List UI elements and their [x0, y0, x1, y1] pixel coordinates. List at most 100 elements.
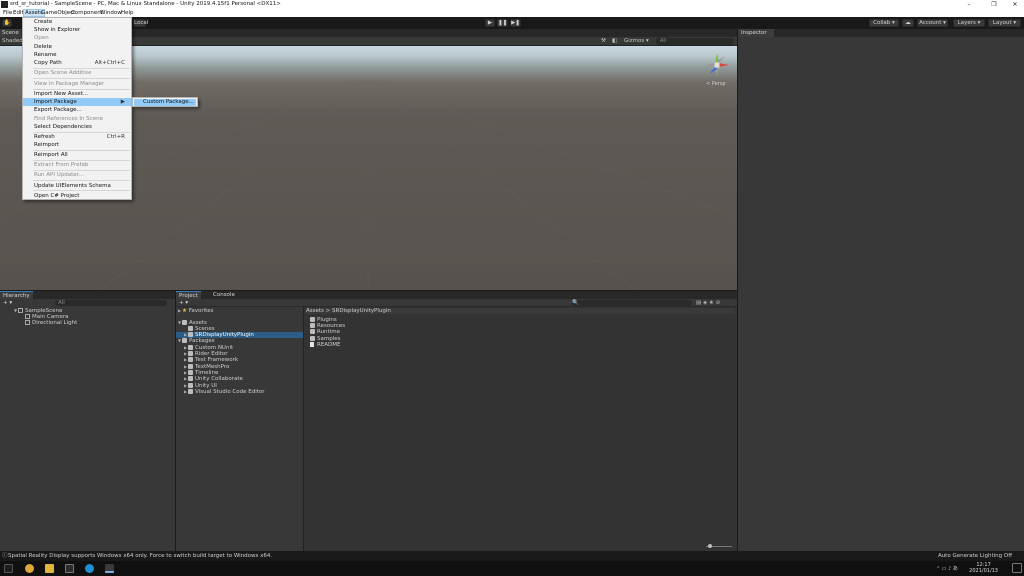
maximize-button[interactable]: ❐ — [985, 0, 1003, 9]
shading-mode-dropdown[interactable]: Shaded — [2, 38, 23, 44]
unity-editor-icon[interactable] — [105, 564, 114, 573]
edge-icon[interactable] — [85, 564, 94, 573]
folder-icon — [182, 338, 187, 343]
menu-item-create[interactable]: Create — [23, 18, 131, 26]
system-clock[interactable]: 12:17 2021/01/13 — [969, 562, 998, 574]
menu-shortcut: Ctrl+R — [106, 134, 125, 140]
hand-tool-icon[interactable]: ✋ — [2, 19, 12, 27]
menu-item-reimport[interactable]: Reimport — [23, 141, 131, 149]
tab-scene[interactable]: Scene — [0, 29, 21, 37]
local-toggle[interactable]: Local — [133, 19, 148, 27]
menu-item-label: Delete — [34, 44, 53, 50]
folder-icon — [188, 370, 193, 375]
tools-icon[interactable]: ⚒ — [601, 38, 606, 44]
breadcrumb: Assets > SRDisplayUnityPlugin — [305, 308, 735, 314]
tab-console[interactable]: Console — [210, 291, 238, 299]
pause-button[interactable]: ❚❚ — [497, 19, 508, 27]
step-button[interactable]: ▶❚ — [510, 19, 521, 27]
breadcrumb-current[interactable]: SRDisplayUnityPlugin — [332, 308, 391, 314]
favorites-label: Favorites — [188, 308, 214, 314]
console-tab-label: Console — [213, 292, 235, 298]
folder-icon — [188, 326, 193, 331]
menu-item-label: Create — [34, 19, 53, 25]
content-label: README — [317, 342, 341, 348]
chrome-icon[interactable] — [25, 564, 34, 573]
menu-item-label: Open C# Project — [34, 193, 80, 199]
menu-item-show-in-explorer[interactable]: Show in Explorer — [23, 26, 131, 34]
start-icon[interactable] — [4, 564, 13, 573]
scene-search-input[interactable]: All — [656, 38, 734, 45]
tab-inspector[interactable]: Inspector — [738, 29, 774, 37]
favorites-row[interactable]: ▶★ Favorites — [178, 308, 214, 314]
panel-splitter[interactable] — [737, 29, 738, 551]
inspector-tab-bar: Inspector — [738, 29, 1024, 37]
menu-item-custom-package[interactable]: Custom Package... — [134, 99, 196, 106]
menu-item-update-uielements-schema[interactable]: Update UIElements Schema — [23, 182, 131, 190]
hierarchy-add-button[interactable]: + ▾ — [3, 300, 12, 306]
menu-item-import-new-asset[interactable]: Import New Asset... — [23, 90, 131, 98]
minimize-button[interactable]: – — [960, 0, 978, 9]
collab-button[interactable]: Collab ▾ — [869, 19, 899, 27]
menu-item-open-csharp-project[interactable]: Open C# Project — [23, 192, 131, 200]
zoom-slider-handle[interactable] — [708, 544, 712, 548]
menu-item-export-package[interactable]: Export Package... — [23, 106, 131, 114]
menu-item-reimport-all[interactable]: Reimport All — [23, 151, 131, 159]
notification-icon[interactable] — [1012, 563, 1022, 573]
menu-window[interactable]: Window — [100, 10, 122, 16]
menu-item-refresh[interactable]: Refresh Ctrl+R — [23, 133, 131, 141]
text-file-icon — [310, 342, 314, 347]
status-message[interactable]: Spatial Reality Display supports Windows… — [8, 551, 272, 561]
folder-icon — [188, 376, 193, 381]
import-package-submenu: Custom Package... — [132, 97, 198, 107]
tray-icons[interactable]: ⌃ ▭ ♪ あ — [936, 565, 958, 572]
breadcrumb-root[interactable]: Assets — [306, 308, 324, 314]
account-dropdown[interactable]: Account ▾ — [917, 19, 948, 27]
close-button[interactable]: ✕ — [1006, 0, 1024, 9]
menu-item-rename[interactable]: Rename — [23, 51, 131, 59]
tab-hierarchy[interactable]: Hierarchy — [0, 291, 33, 299]
hierarchy-search-input[interactable]: All — [55, 300, 167, 306]
orientation-gizmo-icon[interactable] — [704, 52, 730, 78]
play-button[interactable]: ▶ — [485, 19, 495, 27]
package-item[interactable]: ▶ Visual Studio Code Editor — [184, 389, 265, 395]
menu-item-delete[interactable]: Delete — [23, 43, 131, 51]
menu-separator — [33, 78, 130, 79]
unity-hub-icon[interactable] — [65, 564, 74, 573]
content-item-runtime[interactable]: Runtime — [310, 329, 340, 335]
inspector-tab-label: Inspector — [741, 30, 767, 36]
project-add-button[interactable]: + ▾ — [179, 300, 188, 306]
cloud-icon[interactable]: ☁ — [902, 19, 914, 27]
content-item-readme[interactable]: README — [310, 342, 341, 348]
project-search-input[interactable]: 🔍 — [572, 300, 692, 306]
menu-item-import-package[interactable]: Import Package ▶ — [23, 98, 131, 106]
menu-item-label: Refresh — [34, 134, 55, 140]
package-item[interactable]: ▶ Test Framework — [184, 357, 238, 363]
menu-item-copy-path[interactable]: Copy Path Alt+Ctrl+C — [23, 59, 131, 67]
breadcrumb-separator: > — [325, 308, 331, 314]
package-item[interactable]: ▶ Unity Collaborate — [184, 376, 243, 382]
menu-help[interactable]: Help — [121, 10, 134, 16]
folder-icon — [188, 389, 193, 394]
folder-icon — [310, 323, 315, 328]
project-toolbar: + ▾ 🔍 ▤ ◈ ★ ⊘ — [176, 299, 737, 307]
menu-component[interactable]: Component — [71, 10, 103, 16]
menu-item-select-dependencies[interactable]: Select Dependencies — [23, 123, 131, 131]
menu-item-label: Select Dependencies — [34, 124, 92, 130]
folder-icon — [310, 329, 315, 334]
audio-icon[interactable]: ◧ — [612, 38, 617, 44]
menu-file[interactable]: File — [3, 10, 12, 16]
file-explorer-icon[interactable] — [45, 564, 54, 573]
gizmos-dropdown[interactable]: Gizmos ▾ — [624, 38, 649, 44]
filter-icons[interactable]: ▤ ◈ ★ ⊘ — [696, 300, 720, 306]
packages-row[interactable]: ▼ Packages — [178, 338, 215, 344]
lighting-status[interactable]: Auto Generate Lighting Off — [938, 551, 1012, 561]
layout-dropdown[interactable]: Layout ▾ — [988, 19, 1021, 27]
package-label: Visual Studio Code Editor — [195, 389, 265, 395]
tab-project[interactable]: Project — [176, 291, 201, 299]
title-bar: srd_sr_tutorial - SampleScene - PC, Mac … — [0, 0, 1024, 9]
perspective-label[interactable]: < Persp — [706, 81, 726, 87]
menu-item-label: Import New Asset... — [34, 91, 89, 97]
menu-item-find-references: Find References In Scene — [23, 115, 131, 123]
layers-dropdown[interactable]: Layers ▾ — [953, 19, 985, 27]
hierarchy-item-directional-light[interactable]: Directional Light — [25, 320, 77, 326]
